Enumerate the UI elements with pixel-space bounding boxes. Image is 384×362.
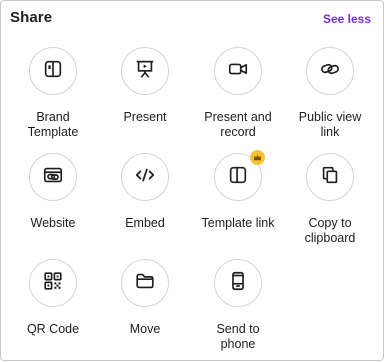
share-options-grid: Brand Template Present Present and recor… [1, 1, 384, 362]
share-option-present-and-record[interactable]: Present and record [192, 47, 284, 140]
share-option-label: Website [30, 216, 76, 230]
share-option-label: Present and record [204, 110, 272, 139]
share-option-qr-code[interactable]: QR Code [7, 259, 99, 337]
share-option-move[interactable]: Move [99, 259, 191, 337]
brand-template-icon [42, 58, 64, 85]
share-option-public-view-link[interactable]: Public view link [284, 47, 376, 140]
share-option-brand-template[interactable]: Brand Template [7, 47, 99, 140]
share-option-circle [306, 153, 354, 201]
crown-icon [250, 150, 265, 165]
share-option-label: Present [123, 110, 167, 124]
template-link-icon [227, 164, 249, 191]
share-option-label: Template link [201, 216, 275, 230]
phone-icon [227, 270, 249, 297]
share-option-template-link[interactable]: Template link [192, 150, 284, 231]
share-option-label: Brand Template [27, 110, 79, 139]
share-option-circle [214, 259, 262, 307]
share-option-circle [29, 153, 77, 201]
folder-icon [134, 270, 156, 297]
share-option-website[interactable]: Website [7, 153, 99, 231]
share-option-circle [306, 47, 354, 95]
present-icon [134, 58, 156, 85]
share-option-circle [29, 259, 77, 307]
share-option-circle [214, 47, 262, 95]
qr-code-icon [42, 270, 64, 297]
share-option-circle [121, 259, 169, 307]
share-option-send-to-phone[interactable]: Send to phone [192, 259, 284, 352]
share-option-label: Copy to clipboard [304, 216, 356, 245]
link-icon [319, 58, 341, 85]
share-option-circle [121, 47, 169, 95]
share-panel: Share See less Brand Template Present Pr… [0, 0, 384, 361]
share-option-label: Public view link [298, 110, 362, 139]
share-option-label: QR Code [26, 322, 80, 336]
share-option-circle [214, 150, 265, 201]
share-option-embed[interactable]: Embed [99, 153, 191, 231]
share-option-copy-to-clipboard[interactable]: Copy to clipboard [284, 153, 376, 246]
copy-icon [319, 164, 341, 191]
share-option-label: Embed [125, 216, 165, 230]
share-option-label: Move [129, 322, 161, 336]
code-icon [134, 164, 156, 191]
share-option-present[interactable]: Present [99, 47, 191, 125]
share-option-circle [121, 153, 169, 201]
share-option-circle [29, 47, 77, 95]
website-icon [42, 164, 64, 191]
video-camera-icon [227, 58, 249, 85]
share-option-label: Send to phone [216, 322, 260, 351]
